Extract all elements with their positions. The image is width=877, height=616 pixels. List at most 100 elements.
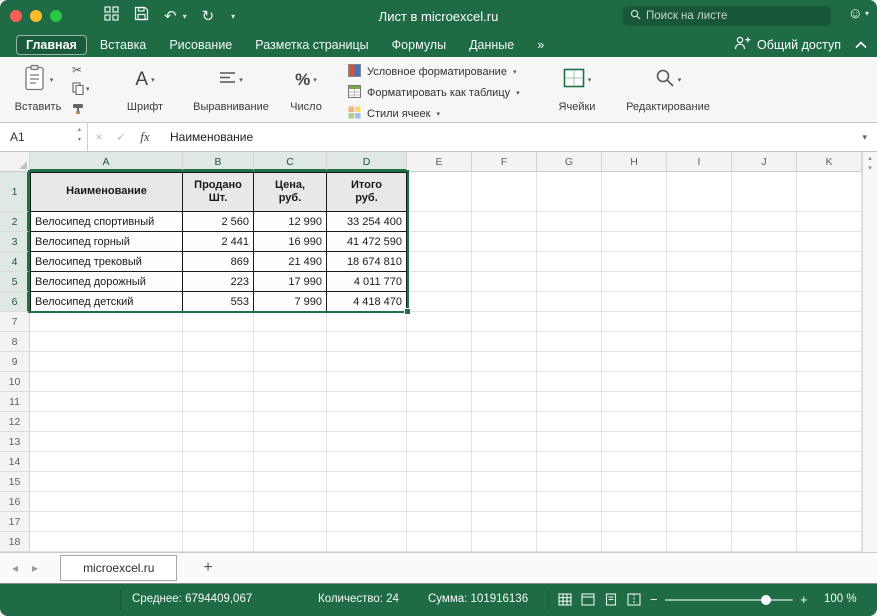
cell-C14[interactable] [254, 452, 327, 472]
cell-I15[interactable] [667, 472, 732, 492]
cell-B4[interactable]: 869 [183, 252, 254, 272]
cell-G5[interactable] [537, 272, 602, 292]
row-header-7[interactable]: 7 [0, 312, 30, 332]
row-header-15[interactable]: 15 [0, 472, 30, 492]
cell-C10[interactable] [254, 372, 327, 392]
cell-J1[interactable] [732, 172, 797, 212]
redo-icon[interactable]: ↻ [202, 9, 215, 24]
feedback-smiley-icon[interactable]: ☺ ▾ [848, 5, 869, 22]
cell-C8[interactable] [254, 332, 327, 352]
cell-styles-button[interactable]: Стили ячеек ▾ [348, 106, 520, 122]
cell-E6[interactable] [407, 292, 472, 312]
row-header-14[interactable]: 14 [0, 452, 30, 472]
cell-G6[interactable] [537, 292, 602, 312]
font-dropdown-icon[interactable]: ▾ [151, 76, 155, 84]
cell-D11[interactable] [327, 392, 407, 412]
cell-F15[interactable] [472, 472, 537, 492]
cells-icon[interactable] [563, 68, 585, 93]
row-header-11[interactable]: 11 [0, 392, 30, 412]
cell-J8[interactable] [732, 332, 797, 352]
cell-E1[interactable] [407, 172, 472, 212]
cell-B1[interactable]: Продано Шт. [183, 172, 254, 212]
save-icon[interactable] [134, 6, 149, 26]
cell-I7[interactable] [667, 312, 732, 332]
cell-H17[interactable] [602, 512, 667, 532]
cell-I14[interactable] [667, 452, 732, 472]
cell-E11[interactable] [407, 392, 472, 412]
zoom-level[interactable]: 100 % [824, 593, 857, 605]
tab-dannye[interactable]: Данные [459, 35, 524, 55]
cell-K8[interactable] [797, 332, 862, 352]
cell-E8[interactable] [407, 332, 472, 352]
row-header-4[interactable]: 4 [0, 252, 30, 272]
cell-H8[interactable] [602, 332, 667, 352]
search-box[interactable]: Поиск на листе [623, 6, 831, 26]
cell-I12[interactable] [667, 412, 732, 432]
number-format-icon[interactable]: % [295, 70, 310, 90]
font-icon[interactable]: A [135, 69, 148, 91]
cell-B2[interactable]: 2 560 [183, 212, 254, 232]
cell-H6[interactable] [602, 292, 667, 312]
cell-B8[interactable] [183, 332, 254, 352]
cell-K5[interactable] [797, 272, 862, 292]
cell-D2[interactable]: 33 254 400 [327, 212, 407, 232]
cell-J18[interactable] [732, 532, 797, 552]
alignment-icon[interactable] [219, 71, 236, 89]
cell-E12[interactable] [407, 412, 472, 432]
formula-bar-expand-icon[interactable]: ▾ [862, 132, 867, 143]
add-sheet-button[interactable]: + [203, 559, 212, 577]
cells-dropdown-icon[interactable]: ▾ [588, 76, 592, 84]
cell-C9[interactable] [254, 352, 327, 372]
conditional-formatting-button[interactable]: Условное форматирование ▾ [348, 64, 520, 80]
cell-F18[interactable] [472, 532, 537, 552]
vertical-scrollbar[interactable]: ▴ ▾ [862, 152, 877, 552]
copy-dropdown-icon[interactable]: ▾ [86, 86, 90, 93]
column-header-C[interactable]: C [254, 152, 327, 172]
column-header-I[interactable]: I [667, 152, 732, 172]
fullscreen-window-button[interactable] [50, 10, 62, 22]
tab-glavnaya[interactable]: Главная [16, 35, 87, 55]
cell-C6[interactable]: 7 990 [254, 292, 327, 312]
cell-F9[interactable] [472, 352, 537, 372]
cell-A8[interactable] [30, 332, 183, 352]
formula-content[interactable]: Наименование [170, 130, 253, 144]
cell-E3[interactable] [407, 232, 472, 252]
cell-K17[interactable] [797, 512, 862, 532]
paste-icon[interactable] [23, 64, 47, 97]
alignment-label[interactable]: Выравнивание [193, 101, 269, 113]
cell-D4[interactable]: 18 674 810 [327, 252, 407, 272]
cell-F14[interactable] [472, 452, 537, 472]
confirm-entry-icon[interactable]: ✓ [110, 130, 132, 144]
undo-icon[interactable]: ↶ [164, 9, 177, 24]
cell-J14[interactable] [732, 452, 797, 472]
cell-D18[interactable] [327, 532, 407, 552]
cell-J11[interactable] [732, 392, 797, 412]
cell-E15[interactable] [407, 472, 472, 492]
cell-K16[interactable] [797, 492, 862, 512]
cell-I18[interactable] [667, 532, 732, 552]
zoom-in-icon[interactable]: + [800, 592, 808, 607]
cell-A3[interactable]: Велосипед горный [30, 232, 183, 252]
row-header-10[interactable]: 10 [0, 372, 30, 392]
font-label[interactable]: Шрифт [127, 101, 163, 113]
cell-G13[interactable] [537, 432, 602, 452]
row-header-2[interactable]: 2 [0, 212, 30, 232]
cell-I5[interactable] [667, 272, 732, 292]
cell-F1[interactable] [472, 172, 537, 212]
cell-E5[interactable] [407, 272, 472, 292]
cell-B3[interactable]: 2 441 [183, 232, 254, 252]
cell-I13[interactable] [667, 432, 732, 452]
zoom-out-icon[interactable]: − [650, 592, 658, 607]
row-header-16[interactable]: 16 [0, 492, 30, 512]
cell-D15[interactable] [327, 472, 407, 492]
cell-F12[interactable] [472, 412, 537, 432]
format-as-table-button[interactable]: Форматировать как таблицу ▾ [348, 85, 520, 101]
cell-D16[interactable] [327, 492, 407, 512]
cell-I16[interactable] [667, 492, 732, 512]
insert-function-icon[interactable]: fx [132, 129, 158, 145]
normal-view-icon[interactable] [581, 593, 595, 609]
cell-G18[interactable] [537, 532, 602, 552]
cell-D7[interactable] [327, 312, 407, 332]
cell-I3[interactable] [667, 232, 732, 252]
cell-A10[interactable] [30, 372, 183, 392]
